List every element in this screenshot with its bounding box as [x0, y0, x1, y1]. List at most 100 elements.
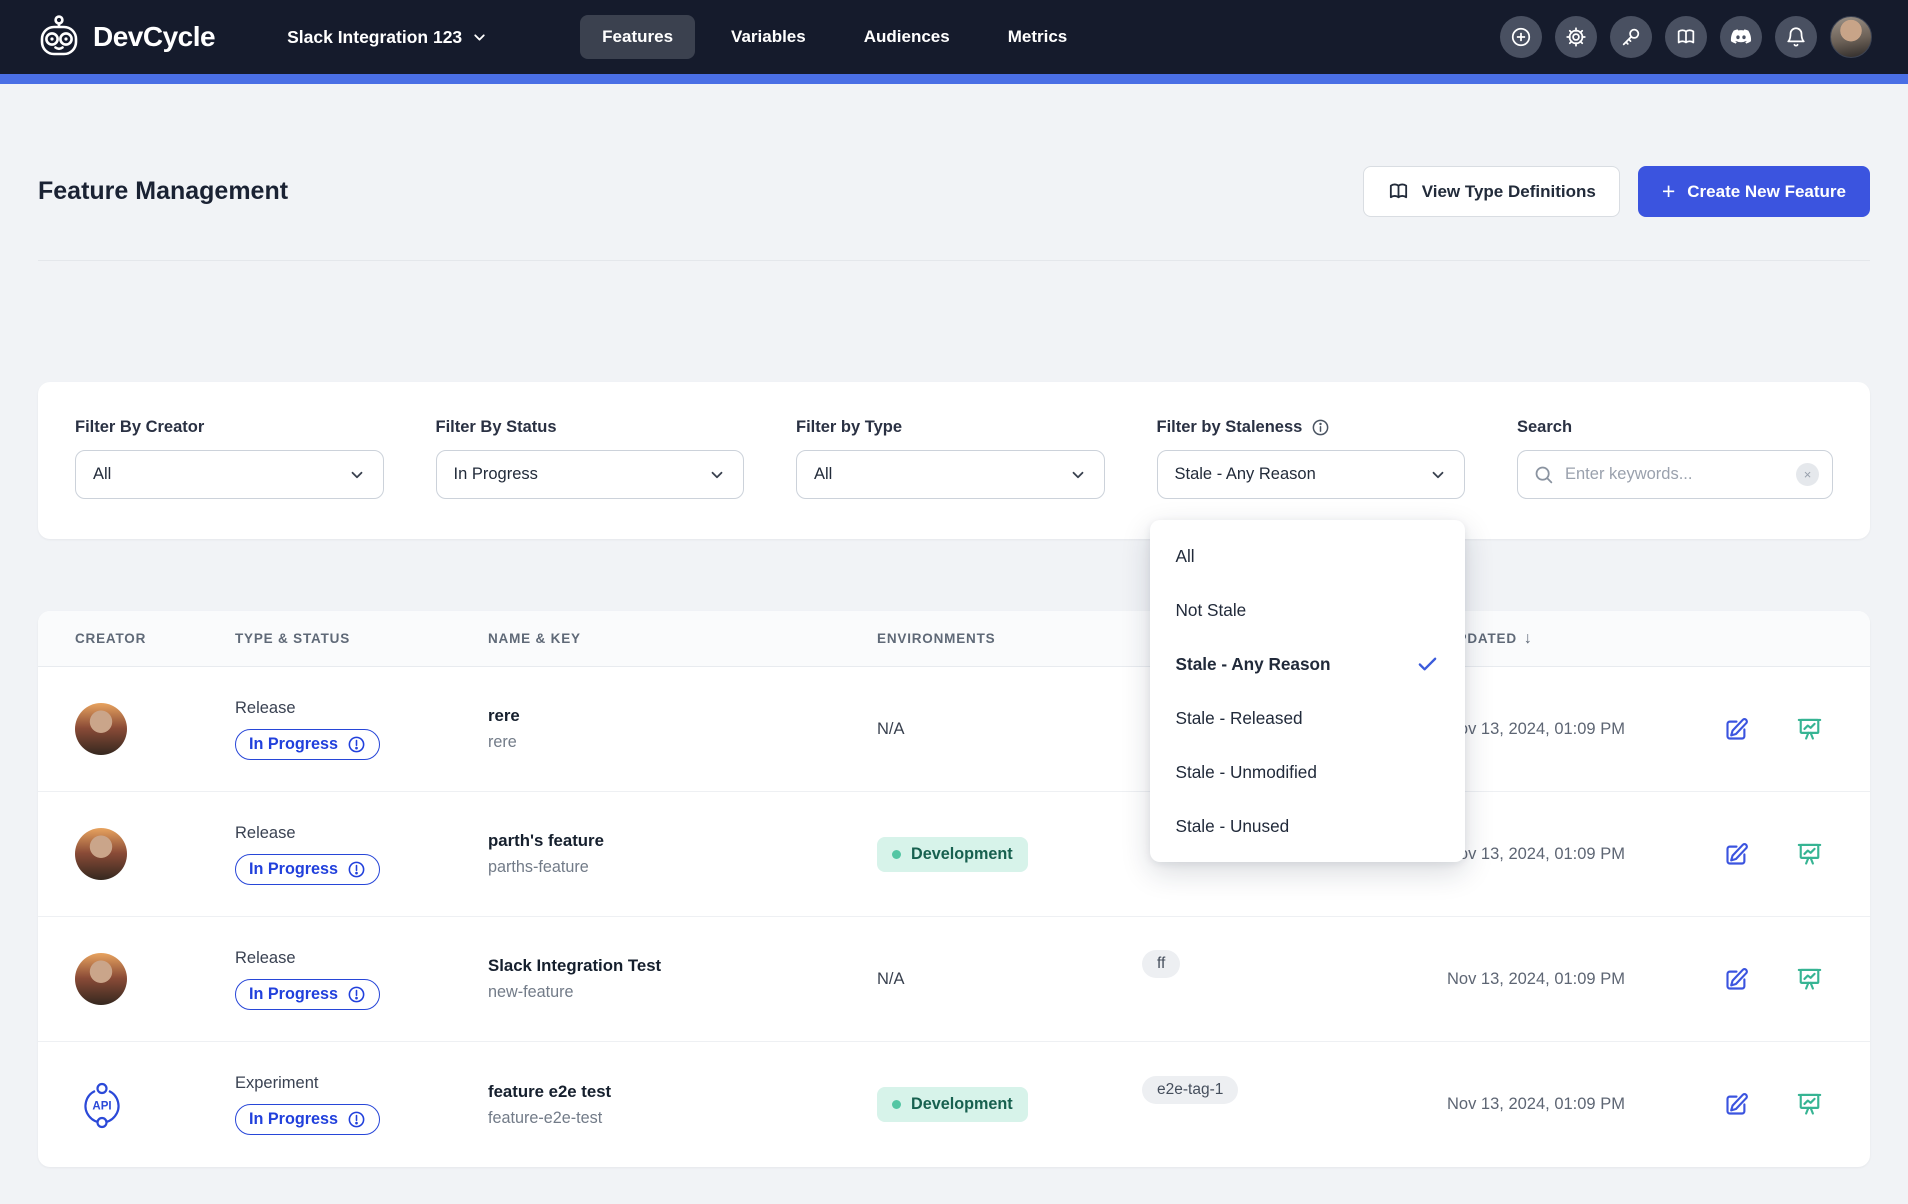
search-input[interactable] [1565, 465, 1785, 484]
project-name: Slack Integration 123 [287, 27, 462, 48]
environment-badge: Development [877, 1087, 1028, 1122]
updated-cell: Nov 13, 2024, 01:09 PM [1447, 970, 1697, 989]
staleness-option-stale-unmodified[interactable]: Stale - Unmodified [1150, 745, 1466, 799]
plus-icon: + [1662, 180, 1675, 203]
staleness-option-all[interactable]: All [1150, 529, 1466, 583]
user-avatar[interactable] [1830, 16, 1872, 58]
staleness-option-stale-released[interactable]: Stale - Released [1150, 691, 1466, 745]
feature-name: parth's feature [488, 831, 877, 851]
name-key-cell: Slack Integration Test new-feature [488, 956, 877, 1002]
alert-circle-icon [347, 985, 366, 1004]
status-badge: In Progress [235, 729, 380, 760]
type-status-cell: Release In Progress [235, 699, 488, 760]
filter-type: Filter by Type All [796, 418, 1105, 499]
check-icon [1416, 653, 1439, 676]
staleness-option-stale-unused[interactable]: Stale - Unused [1150, 799, 1466, 853]
tab-features[interactable]: Features [580, 15, 695, 59]
filter-status-select[interactable]: In Progress [436, 450, 745, 499]
notifications-button[interactable] [1775, 16, 1817, 58]
feature-key: feature-e2e-test [488, 1109, 877, 1128]
environment-badge: Development [877, 837, 1028, 872]
filter-creator-label: Filter By Creator [75, 418, 384, 437]
tag-badge: ff [1142, 950, 1180, 978]
status-badge: In Progress [235, 1104, 380, 1135]
tab-variables[interactable]: Variables [709, 15, 828, 59]
environments-cell: Development [877, 837, 1142, 872]
clear-search-button[interactable]: × [1796, 463, 1819, 486]
features-table: Creator Type & Status Name & Key Environ… [38, 611, 1870, 1167]
table-row[interactable]: Release In Progress parth's feature part… [38, 792, 1870, 917]
table-row[interactable]: Release In Progress rere rere N/A Nov 13… [38, 667, 1870, 792]
discord-button[interactable] [1720, 16, 1762, 58]
nav-accent-bar [0, 74, 1908, 84]
table-row[interactable]: API Experiment In Progress feature e2e t… [38, 1042, 1870, 1167]
updated-cell: Nov 13, 2024, 01:09 PM [1447, 1095, 1697, 1114]
feature-metrics-button[interactable] [1796, 841, 1823, 868]
filter-creator-select[interactable]: All [75, 450, 384, 499]
bell-icon [1785, 26, 1807, 48]
alert-circle-icon [347, 860, 366, 879]
name-key-cell: parth's feature parths-feature [488, 831, 877, 877]
avatar [75, 828, 127, 880]
environments-cell: N/A [877, 720, 1142, 739]
environments-cell: N/A [877, 970, 1142, 989]
plus-circle-icon [1510, 26, 1532, 48]
search-label: Search [1517, 418, 1833, 437]
docs-button[interactable] [1665, 16, 1707, 58]
create-new-feature-button[interactable]: + Create New Feature [1638, 166, 1870, 217]
view-type-definitions-label: View Type Definitions [1422, 182, 1596, 202]
filter-bar: Filter By Creator All Filter By Status I… [38, 382, 1870, 539]
avatar [75, 953, 127, 1005]
staleness-option-stale-any-reason[interactable]: Stale - Any Reason [1150, 637, 1466, 691]
feature-key: new-feature [488, 983, 877, 1002]
header-divider [38, 260, 1870, 261]
key-icon [1620, 26, 1642, 48]
table-row[interactable]: Release In Progress Slack Integration Te… [38, 917, 1870, 1042]
updated-cell: Nov 13, 2024, 01:09 PM [1447, 845, 1697, 864]
status-badge: In Progress [235, 979, 380, 1010]
filter-staleness-select[interactable]: Stale - Any Reason [1157, 450, 1466, 499]
creator-cell: API [75, 1078, 235, 1132]
feature-key: rere [488, 733, 877, 752]
feature-metrics-button[interactable] [1796, 716, 1823, 743]
staleness-option-not-stale[interactable]: Not Stale [1150, 583, 1466, 637]
staleness-dropdown: All Not Stale Stale - Any Reason Stale -… [1150, 520, 1466, 862]
edit-feature-button[interactable] [1723, 841, 1750, 868]
col-updated[interactable]: Updated ↓ [1447, 630, 1697, 648]
feature-metrics-button[interactable] [1796, 1091, 1823, 1118]
info-icon[interactable] [1311, 418, 1330, 437]
search-icon [1533, 464, 1554, 485]
feature-type: Release [235, 949, 488, 968]
feature-type: Experiment [235, 1074, 488, 1093]
svg-text:API: API [92, 1100, 111, 1112]
api-keys-button[interactable] [1610, 16, 1652, 58]
feature-metrics-button[interactable] [1796, 966, 1823, 993]
table-header-row: Creator Type & Status Name & Key Environ… [38, 611, 1870, 667]
create-button[interactable] [1500, 16, 1542, 58]
actions-cell [1697, 966, 1870, 993]
filter-staleness-value: Stale - Any Reason [1175, 465, 1316, 484]
alert-circle-icon [347, 1110, 366, 1129]
feature-name: Slack Integration Test [488, 956, 877, 976]
filter-type-select[interactable]: All [796, 450, 1105, 499]
name-key-cell: feature e2e test feature-e2e-test [488, 1082, 877, 1128]
edit-feature-button[interactable] [1723, 716, 1750, 743]
alert-circle-icon [347, 735, 366, 754]
tab-metrics[interactable]: Metrics [986, 15, 1090, 59]
book-icon [1675, 26, 1697, 48]
brand-logo[interactable]: DevCycle [36, 14, 215, 60]
creator-cell [75, 953, 235, 1005]
top-nav: DevCycle Slack Integration 123 Features … [0, 0, 1908, 74]
settings-button[interactable] [1555, 16, 1597, 58]
col-name-key: Name & Key [488, 631, 877, 646]
tab-audiences[interactable]: Audiences [842, 15, 972, 59]
edit-feature-button[interactable] [1723, 966, 1750, 993]
env-dot-icon [892, 1100, 901, 1109]
gear-icon [1565, 26, 1587, 48]
feature-name: feature e2e test [488, 1082, 877, 1102]
status-badge: In Progress [235, 854, 380, 885]
tags-cell: e2e-tag-1 [1142, 1076, 1447, 1104]
edit-feature-button[interactable] [1723, 1091, 1750, 1118]
project-selector[interactable]: Slack Integration 123 [287, 27, 488, 48]
view-type-definitions-button[interactable]: View Type Definitions [1363, 166, 1620, 217]
